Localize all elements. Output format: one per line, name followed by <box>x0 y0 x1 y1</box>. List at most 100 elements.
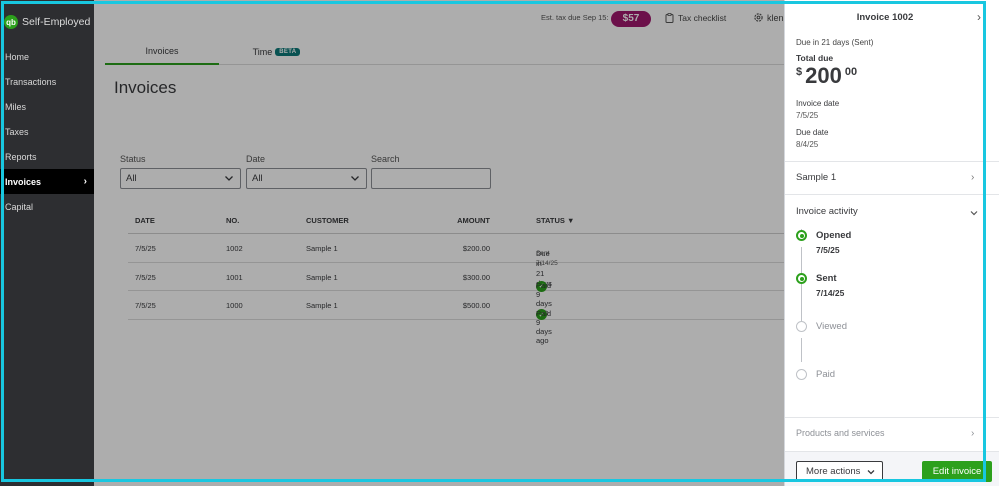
est-tax-label: Est. tax due Sep 15: <box>541 13 609 22</box>
activity-viewed-label: Viewed <box>816 321 847 332</box>
date-filter-select[interactable]: All <box>246 168 367 189</box>
divider <box>785 161 999 162</box>
timeline-dot-sent <box>796 273 807 284</box>
invoice-date-label: Invoice date <box>796 99 840 108</box>
chevron-right-icon: › <box>83 176 87 187</box>
cell-amount: $500.00 <box>462 301 490 310</box>
table-header: DATE NO. CUSTOMER AMOUNT STATUS ▼ <box>128 206 784 234</box>
panel-title: Invoice 1002 <box>856 12 914 23</box>
col-header-no[interactable]: NO. <box>226 216 239 225</box>
top-bar: Est. tax due Sep 15: $57 Tax checklist k… <box>94 0 784 38</box>
activity-sent-label: Sent <box>816 273 837 284</box>
search-input[interactable] <box>371 168 491 189</box>
sidebar-item-capital[interactable]: Capital <box>0 194 94 219</box>
date-filter-value: All <box>252 173 263 184</box>
tab-bar: Invoices Time BETA <box>105 38 784 65</box>
more-actions-button[interactable]: More actions <box>796 461 883 482</box>
total-due-label: Total due <box>796 53 834 63</box>
invoice-detail-panel: Invoice 1002 › Due in 21 days (Sent) Tot… <box>784 0 999 486</box>
tab-time[interactable]: Time BETA <box>219 38 334 65</box>
due-in-text: Due in 21 days (Sent) <box>796 38 874 47</box>
gear-icon <box>754 13 763 22</box>
table-row[interactable]: 7/5/25 1000 Sample 1 $500.00 ✓ Paid 9 da… <box>128 291 784 345</box>
sidebar-item-home[interactable]: Home <box>0 44 94 69</box>
cell-amount: $200.00 <box>462 244 490 253</box>
due-date-label: Due date <box>796 128 829 137</box>
customer-row[interactable]: Sample 1 <box>796 172 836 183</box>
brand-name: Self-Employed <box>22 16 91 28</box>
sidebar-item-miles[interactable]: Miles <box>0 94 94 119</box>
invoices-table: DATE NO. CUSTOMER AMOUNT STATUS ▼ 7/5/25… <box>128 206 784 345</box>
due-date-value: 8/4/25 <box>796 140 819 149</box>
cell-date: 7/5/25 <box>135 301 156 310</box>
sidebar-item-transactions[interactable]: Transactions <box>0 69 94 94</box>
brand[interactable]: qb Self-Employed <box>0 0 94 44</box>
sidebar-item-invoices[interactable]: Invoices › <box>0 169 94 194</box>
main-content: Est. tax due Sep 15: $57 Tax checklist k… <box>94 0 784 486</box>
cell-customer: Sample 1 <box>306 244 338 253</box>
panel-footer: More actions Edit invoice <box>785 451 999 486</box>
products-services-row[interactable]: Products and services <box>796 428 885 438</box>
more-actions-label: More actions <box>806 466 861 477</box>
cell-customer: Sample 1 <box>306 301 338 310</box>
status-filter-label: Status <box>120 154 146 164</box>
invoice-activity-header[interactable]: Invoice activity <box>796 206 858 217</box>
edit-invoice-button[interactable]: Edit invoice <box>922 461 992 482</box>
timeline-connector <box>801 338 802 362</box>
sidebar: qb Self-Employed Home Transactions Miles… <box>0 0 94 486</box>
user-name: klen <box>767 12 784 23</box>
chevron-down-icon <box>867 469 875 474</box>
activity-paid-label: Paid <box>816 369 836 380</box>
tab-label: Invoices <box>145 45 179 56</box>
cell-no: 1002 <box>226 244 243 253</box>
timeline-dot-paid <box>796 369 807 380</box>
chevron-right-icon: › <box>971 172 975 183</box>
col-header-amount[interactable]: AMOUNT <box>457 216 490 225</box>
table-row[interactable]: 7/5/25 1001 Sample 1 $300.00 ✓ Paid 9 da… <box>128 263 784 317</box>
col-header-customer[interactable]: CUSTOMER <box>306 216 349 225</box>
search-label: Search <box>371 154 400 164</box>
close-panel-icon[interactable]: › <box>977 10 981 24</box>
sidebar-item-reports[interactable]: Reports <box>0 144 94 169</box>
chevron-right-icon: › <box>971 428 975 439</box>
activity-opened-label: Opened <box>816 230 852 241</box>
cell-date: 7/5/25 <box>135 244 156 253</box>
cell-no: 1000 <box>226 301 243 310</box>
cell-no: 1001 <box>226 272 243 282</box>
timeline-dot-viewed <box>796 321 807 332</box>
status-text: Paid 9 days ago <box>536 309 552 345</box>
table-row[interactable]: 7/5/25 1002 Sample 1 $200.00 Due in 21 d… <box>128 234 784 288</box>
tax-checklist-label: Tax checklist <box>678 13 727 23</box>
cell-amount: $300.00 <box>462 272 490 282</box>
quickbooks-logo-icon: qb <box>4 15 18 29</box>
user-settings-menu[interactable]: klen <box>753 12 784 23</box>
sidebar-item-label: Transactions <box>5 76 57 87</box>
sidebar-nav: Home Transactions Miles Taxes Reports In… <box>0 44 94 219</box>
sidebar-item-label: Capital <box>5 201 34 212</box>
tab-invoices[interactable]: Invoices <box>105 38 219 65</box>
sidebar-item-taxes[interactable]: Taxes <box>0 119 94 144</box>
activity-opened-date: 7/5/25 <box>816 245 840 255</box>
page-title: Invoices <box>114 78 177 97</box>
beta-badge: BETA <box>275 47 301 56</box>
sidebar-item-label: Reports <box>5 151 37 162</box>
sidebar-item-label: Miles <box>5 101 27 112</box>
col-header-date[interactable]: DATE <box>135 216 155 225</box>
est-tax-amount-badge[interactable]: $57 <box>611 11 651 27</box>
sidebar-item-label: Invoices <box>5 176 42 187</box>
sidebar-item-label: Home <box>5 51 30 62</box>
chevron-down-icon[interactable] <box>969 208 979 218</box>
timeline-connector <box>801 247 802 273</box>
cell-date: 7/5/25 <box>135 272 156 282</box>
status-filter-select[interactable]: All <box>120 168 241 189</box>
timeline-connector <box>801 284 802 321</box>
currency-symbol: $ <box>796 66 803 78</box>
tax-checklist-link[interactable]: Tax checklist <box>665 13 726 23</box>
chevron-down-icon <box>225 176 233 181</box>
divider <box>785 417 999 418</box>
divider <box>785 194 999 195</box>
activity-sent-date: 7/14/25 <box>816 288 845 298</box>
col-header-status[interactable]: STATUS ▼ <box>536 216 574 225</box>
tab-label: Time <box>252 46 273 57</box>
timeline-dot-opened <box>796 230 807 241</box>
